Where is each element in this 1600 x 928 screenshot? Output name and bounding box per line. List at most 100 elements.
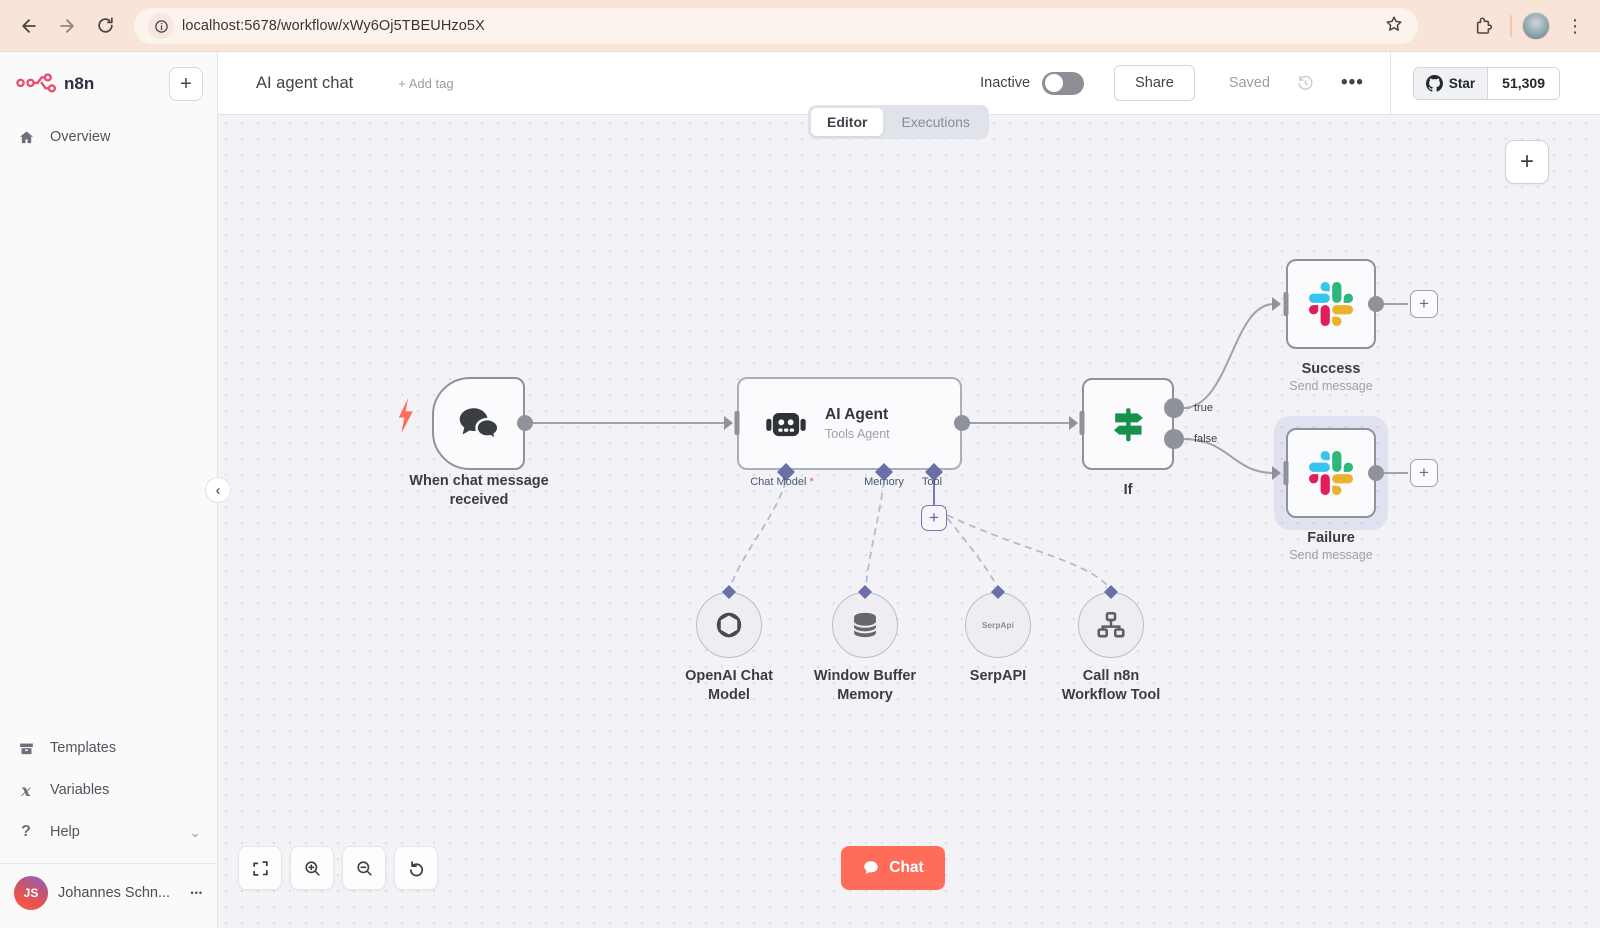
zoom-in-button[interactable] bbox=[290, 846, 334, 890]
browser-menu-button[interactable]: ⋮ bbox=[1560, 17, 1590, 35]
node-sublabel: Send message bbox=[1289, 379, 1373, 393]
node-when-chat-message-received[interactable] bbox=[432, 377, 525, 470]
node-label: Success bbox=[1301, 361, 1361, 377]
browser-refresh-button[interactable] bbox=[88, 9, 122, 43]
subnode-label: SerpAPI bbox=[969, 668, 1027, 684]
sidebar-item-help[interactable]: ? Help ⌄ bbox=[0, 811, 217, 853]
subnode-openai-chat-model[interactable] bbox=[696, 592, 762, 658]
zoom-in-icon bbox=[304, 860, 320, 876]
browser-back-button[interactable] bbox=[12, 9, 46, 43]
subnode-window-buffer-memory[interactable] bbox=[832, 592, 898, 658]
refresh-icon bbox=[97, 17, 113, 33]
browser-forward-button[interactable] bbox=[50, 9, 84, 43]
node-success[interactable] bbox=[1286, 259, 1376, 349]
robot-icon bbox=[766, 412, 806, 436]
address-bar[interactable]: localhost:5678/workflow/xWy6Oj5TBEUHzo5X bbox=[134, 8, 1418, 44]
sidebar-collapse-button[interactable]: ‹ bbox=[205, 477, 231, 503]
sidebar-item-overview[interactable]: Overview bbox=[0, 116, 217, 158]
history-icon[interactable] bbox=[1296, 74, 1315, 93]
github-star-label: Star bbox=[1448, 75, 1476, 91]
slack-icon bbox=[1309, 282, 1353, 326]
output-label-false: false bbox=[1194, 433, 1218, 445]
saved-status: Saved bbox=[1228, 75, 1270, 91]
zoom-out-button[interactable] bbox=[342, 846, 386, 890]
user-avatar: JS bbox=[14, 876, 48, 910]
browser-profile-avatar[interactable] bbox=[1522, 12, 1550, 40]
subnode-serpapi[interactable]: SerpApi bbox=[965, 592, 1031, 658]
user-more-button[interactable]: ••• bbox=[191, 888, 203, 898]
chat-button[interactable]: Chat bbox=[841, 846, 945, 890]
node-sublabel: Send message bbox=[1289, 548, 1373, 562]
sidebar-item-label: Help bbox=[50, 824, 80, 840]
node-label: If bbox=[1123, 482, 1133, 498]
sidebar-item-templates[interactable]: Templates bbox=[0, 727, 217, 769]
url-text[interactable]: localhost:5678/workflow/xWy6Oj5TBEUHzo5X bbox=[182, 18, 485, 34]
active-status-label: Inactive bbox=[980, 75, 1031, 91]
variables-x-icon: x bbox=[21, 780, 31, 800]
workflow-title[interactable]: AI agent chat bbox=[256, 74, 353, 93]
user-name: Johannes Schn... bbox=[58, 885, 171, 901]
database-icon bbox=[853, 612, 877, 638]
serpapi-icon: SerpApi bbox=[981, 620, 1015, 630]
node-label: When chat message received bbox=[409, 473, 549, 508]
home-icon bbox=[16, 129, 36, 146]
new-workflow-button[interactable]: + bbox=[169, 67, 203, 101]
reset-zoom-button[interactable] bbox=[394, 846, 438, 890]
node-label: Failure bbox=[1307, 530, 1355, 546]
reset-icon bbox=[409, 860, 423, 876]
tab-executions[interactable]: Executions bbox=[885, 108, 985, 136]
add-node-after-failure-button[interactable]: + bbox=[1410, 459, 1438, 487]
workflow-menu-button[interactable]: ••• bbox=[1341, 72, 1364, 94]
subnode-label: OpenAI Chat Model bbox=[685, 668, 773, 704]
zoom-out-icon bbox=[356, 860, 372, 876]
puzzle-icon bbox=[1476, 17, 1493, 34]
workflow-canvas[interactable]: When chat message received AI Agent Tool… bbox=[218, 115, 1600, 928]
canvas-toolbar bbox=[238, 846, 438, 890]
fit-view-icon bbox=[252, 860, 268, 876]
chat-bubble-icon bbox=[864, 861, 879, 874]
sidebar: n8n + Overview Templates x Variables ? H… bbox=[0, 52, 218, 928]
bookmark-star-icon[interactable] bbox=[1384, 14, 1404, 39]
output-label-true: true bbox=[1194, 402, 1213, 414]
fit-view-button[interactable] bbox=[238, 846, 282, 890]
help-question-icon: ? bbox=[21, 823, 31, 840]
node-if[interactable] bbox=[1082, 378, 1174, 470]
workflow-edges bbox=[517, 292, 1408, 599]
sitemap-icon bbox=[1097, 612, 1125, 638]
chat-bubbles-icon bbox=[459, 407, 499, 442]
required-asterisk: * bbox=[809, 476, 814, 488]
tab-editor[interactable]: Editor bbox=[811, 108, 884, 136]
subnode-label: Window Buffer Memory bbox=[813, 668, 917, 704]
user-menu[interactable]: JS Johannes Schn... ••• bbox=[0, 863, 217, 928]
github-star-widget[interactable]: Star 51,309 bbox=[1412, 66, 1560, 100]
toolbar-divider bbox=[1510, 15, 1512, 37]
templates-box-icon bbox=[16, 740, 36, 757]
trigger-bolt-icon bbox=[394, 398, 415, 438]
github-star-count: 51,309 bbox=[1487, 67, 1559, 99]
toggle-knob bbox=[1044, 74, 1063, 92]
extensions-button[interactable] bbox=[1466, 9, 1500, 43]
openai-icon bbox=[716, 612, 742, 638]
share-button[interactable]: Share bbox=[1114, 65, 1195, 101]
add-tag-button[interactable]: + Add tag bbox=[398, 76, 453, 91]
active-toggle[interactable] bbox=[1042, 71, 1085, 95]
site-info-icon[interactable] bbox=[148, 13, 174, 39]
add-node-after-success-button[interactable]: + bbox=[1410, 290, 1438, 318]
sidebar-item-label: Overview bbox=[50, 129, 111, 145]
n8n-logo-text: n8n bbox=[64, 74, 95, 93]
subnode-call-n8n-workflow-tool[interactable] bbox=[1078, 592, 1144, 658]
agent-node-subtitle: Tools Agent bbox=[825, 427, 890, 441]
chevron-down-icon: ⌄ bbox=[189, 823, 201, 840]
node-ai-agent[interactable]: AI Agent Tools Agent bbox=[737, 377, 962, 470]
add-tool-button[interactable]: + bbox=[921, 505, 947, 531]
node-failure[interactable] bbox=[1286, 428, 1376, 518]
sidebar-item-variables[interactable]: x Variables bbox=[0, 769, 217, 811]
header-divider bbox=[1389, 52, 1391, 114]
port-label-memory: Memory bbox=[864, 476, 904, 488]
port-label-tool: Tool bbox=[921, 476, 943, 488]
signpost-icon bbox=[1113, 408, 1143, 442]
add-node-button[interactable]: + bbox=[1505, 140, 1549, 184]
subnode-label: Call n8n Workflow Tool bbox=[1061, 668, 1161, 704]
browser-toolbar: localhost:5678/workflow/xWy6Oj5TBEUHzo5X… bbox=[0, 0, 1600, 52]
